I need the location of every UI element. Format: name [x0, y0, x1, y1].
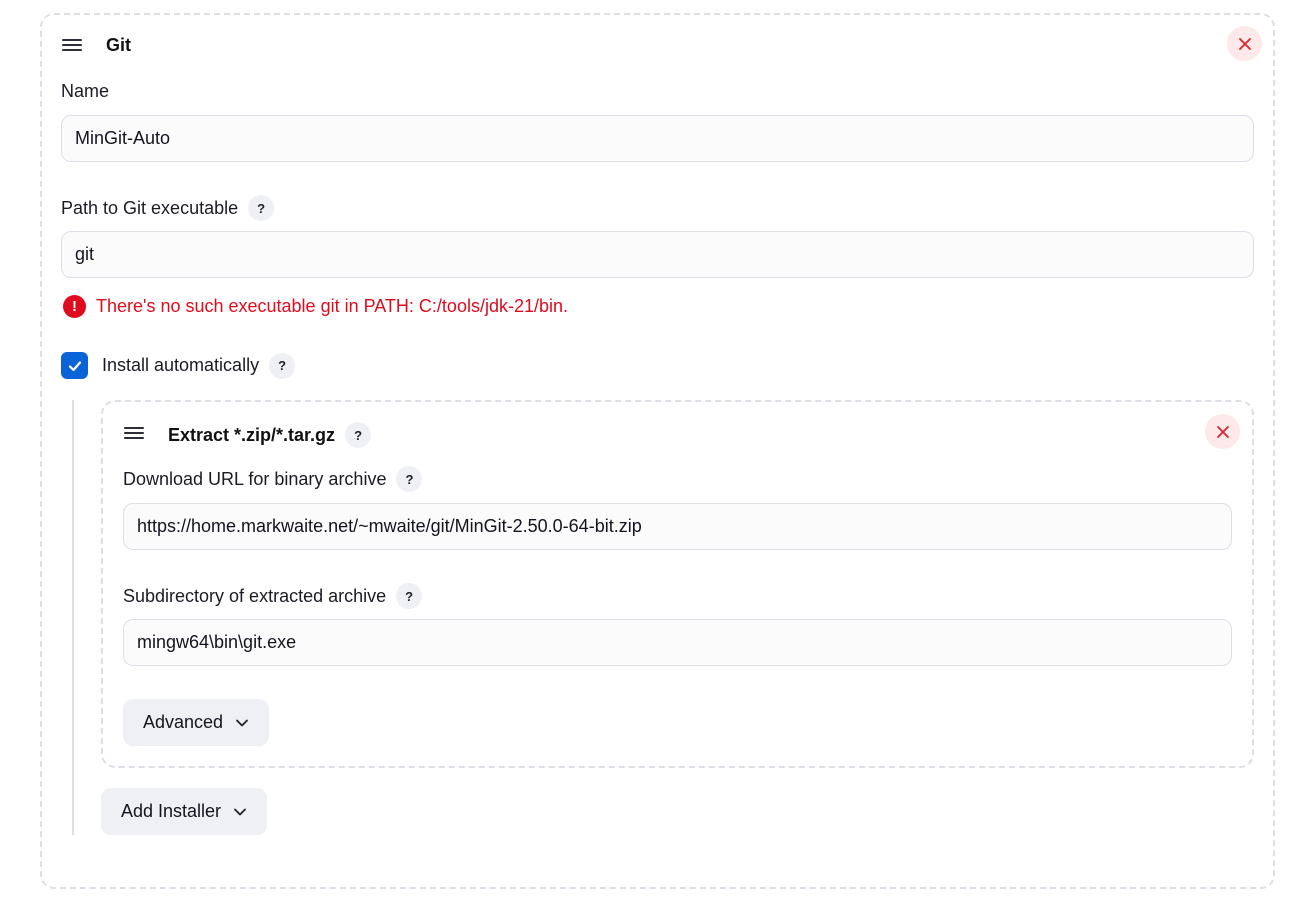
advanced-label: Advanced: [143, 712, 224, 732]
help-icon[interactable]: ?: [396, 466, 423, 492]
error-text: There's no such executable git in PATH: …: [96, 296, 568, 316]
checkmark-icon: [68, 360, 81, 371]
delete-installer-button[interactable]: [1205, 414, 1240, 449]
advanced-button[interactable]: Advanced: [123, 699, 270, 746]
drag-handle-icon[interactable]: [124, 427, 144, 439]
close-icon: [1238, 37, 1251, 50]
help-icon[interactable]: ?: [345, 422, 372, 448]
help-icon[interactable]: ?: [248, 195, 275, 221]
install-automatically-label: Install automatically: [102, 355, 260, 375]
drag-handle-icon[interactable]: [62, 39, 82, 51]
path-label-text: Path to Git executable: [61, 197, 239, 218]
close-icon: [1216, 425, 1229, 438]
help-icon[interactable]: ?: [269, 352, 296, 379]
download-url-label-text: Download URL for binary archive: [123, 468, 387, 489]
add-installer-button[interactable]: Add Installer: [101, 788, 268, 835]
chevron-down-icon: [233, 807, 247, 817]
add-installer-label: Add Installer: [121, 801, 222, 821]
download-url-input[interactable]: [123, 503, 1232, 550]
path-error-message: ! There's no such executable git in PATH…: [63, 295, 568, 318]
install-automatically-checkbox[interactable]: [61, 352, 88, 379]
subdirectory-input[interactable]: [123, 619, 1232, 666]
path-label: Path to Git executable ?: [61, 195, 275, 221]
download-url-label: Download URL for binary archive ?: [123, 466, 423, 492]
path-input[interactable]: [61, 231, 1254, 278]
install-automatically-row: Install automatically ?: [61, 352, 296, 379]
subdirectory-label: Subdirectory of extracted archive ?: [123, 583, 423, 609]
installer-title: Extract *.zip/*.tar.gz: [168, 424, 336, 445]
chevron-down-icon: [235, 718, 249, 728]
name-label-text: Name: [61, 81, 110, 101]
subdirectory-label-text: Subdirectory of extracted archive: [123, 585, 387, 606]
name-label: Name: [61, 81, 109, 102]
error-icon: !: [63, 295, 86, 318]
name-input[interactable]: [61, 115, 1254, 162]
tool-title: Git: [106, 35, 131, 55]
nest-indicator: [72, 400, 74, 835]
delete-tool-button[interactable]: [1227, 26, 1262, 61]
help-icon[interactable]: ?: [396, 583, 423, 609]
installer-title-row: Extract *.zip/*.tar.gz ?: [168, 422, 372, 448]
